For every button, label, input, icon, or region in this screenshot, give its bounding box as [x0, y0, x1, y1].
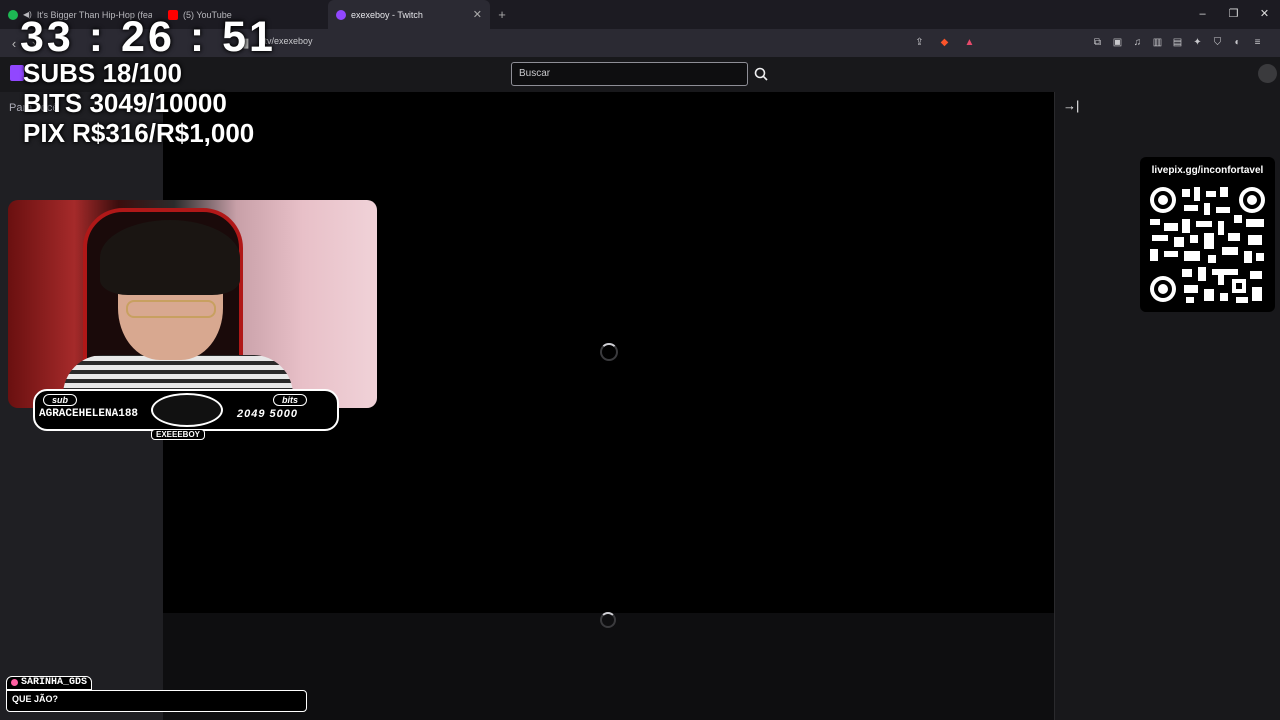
- twitch-logo-icon[interactable]: [10, 65, 24, 81]
- streamer-hair: [100, 220, 240, 295]
- sidebar-icon[interactable]: ▥: [1150, 35, 1165, 50]
- webcam-feed: [8, 200, 377, 408]
- logo-caption: EXEEEBOY: [151, 429, 206, 440]
- collapse-chat-icon[interactable]: →|: [1063, 98, 1079, 113]
- last-sub-tag: sub: [43, 394, 78, 406]
- maximize-button[interactable]: ❐: [1218, 0, 1249, 29]
- last-sub-name: AGRACEHELENA188: [39, 408, 139, 420]
- brave-shield-icon[interactable]: ◆: [937, 35, 952, 50]
- close-tab-icon[interactable]: ✕: [473, 8, 482, 21]
- last-bits-value: 2049 5000: [237, 408, 298, 420]
- share-icon[interactable]: ⇪: [912, 35, 927, 50]
- spotify-icon: [8, 9, 18, 20]
- search-icon: [754, 67, 768, 81]
- last-bits-tag: bits: [273, 394, 308, 406]
- menu-icon[interactable]: ≡: [1250, 35, 1265, 50]
- streamer-logo-icon: [151, 393, 223, 427]
- theme-icon[interactable]: ◐: [1230, 35, 1245, 50]
- qr-code-icon: [1148, 185, 1267, 304]
- search-input[interactable]: Buscar: [511, 62, 748, 86]
- window-controls: – ❐ ✕: [1187, 0, 1280, 29]
- leo-icon[interactable]: ✦: [1190, 35, 1205, 50]
- wallet-icon[interactable]: ▤: [1170, 35, 1185, 50]
- twitch-top-nav: Buscar: [0, 57, 1280, 92]
- twitch-icon: [336, 9, 346, 20]
- tab-twitch[interactable]: exexeboy - Twitch ✕: [328, 0, 490, 29]
- user-avatar[interactable]: [1258, 64, 1277, 83]
- screen: ◀) It's Bigger Than Hip-Hop (feat. Ta (5…: [0, 0, 1280, 720]
- subathon-timer: 33 : 26 : 51: [20, 13, 276, 61]
- loading-spinner-icon: [600, 343, 618, 361]
- url-actions: ⇪ ◆ ▲: [912, 35, 977, 50]
- bits-goal: BITS 3049/10000: [23, 88, 227, 118]
- qr-url-label: livepix.gg/inconfortavel: [1151, 165, 1264, 176]
- music-icon[interactable]: ♫: [1130, 35, 1145, 50]
- brave-rewards-icon[interactable]: ▲: [962, 35, 977, 50]
- chat-username-tag: SARINHA_GDS: [6, 675, 93, 690]
- extensions-icon[interactable]: ⧉: [1090, 35, 1105, 50]
- close-window-button[interactable]: ✕: [1249, 0, 1280, 29]
- glasses: [126, 300, 216, 318]
- latest-events-bar: sub AGRACEHELENA188 bits 2049 5000 EXEEE…: [33, 389, 339, 440]
- screenshot-icon[interactable]: ▣: [1110, 35, 1125, 50]
- pix-goal: PIX R$316/R$1,000: [23, 118, 255, 148]
- heart-badge-icon: [11, 679, 18, 686]
- livepix-qr-panel: livepix.gg/inconfortavel: [1140, 157, 1275, 312]
- chat-message-text: QUE JÃO?: [6, 690, 307, 712]
- new-tab-button[interactable]: +: [490, 7, 514, 22]
- tab-title: exexeboy - Twitch: [351, 9, 423, 20]
- chat-message-overlay: SARINHA_GDS QUE JÃO?: [6, 673, 307, 712]
- loading-spinner-icon: [600, 612, 616, 628]
- subs-goal: SUBS 18/100: [23, 58, 182, 88]
- vpn-icon[interactable]: ⛉: [1210, 35, 1225, 50]
- toolbar-icons: ⧉ ▣ ♫ ▥ ▤ ✦ ⛉ ◐ ≡: [1090, 35, 1265, 50]
- minimize-button[interactable]: –: [1187, 0, 1218, 29]
- search-button[interactable]: [749, 62, 773, 86]
- chat-username: SARINHA_GDS: [21, 677, 88, 688]
